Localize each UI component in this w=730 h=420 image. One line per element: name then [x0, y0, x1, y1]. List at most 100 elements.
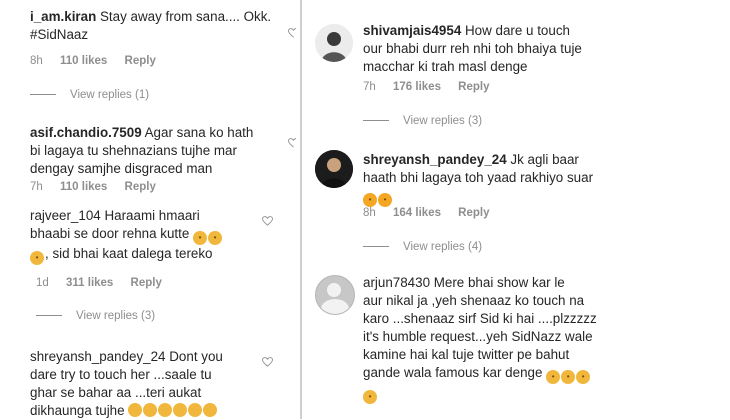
emoji-icon — [158, 403, 173, 417]
comment-time: 8h — [363, 207, 376, 219]
comment-item: shivamjais4954 How dare u touch our bhab… — [363, 22, 628, 76]
comment-username[interactable]: shivamjais4954 — [363, 23, 461, 38]
view-replies-line — [30, 94, 56, 96]
comment-item: shreyansh_pandey_24 Dont you dare try to… — [30, 348, 260, 420]
view-replies-button[interactable]: View replies (3) — [363, 115, 482, 127]
comment-body-line: macchar ki trah masl denge — [363, 59, 528, 74]
emoji-icon: • — [363, 390, 377, 404]
comment-time: 1d — [36, 277, 49, 289]
comment-text: asif.chandio.7509 Agar sana ko hath bi l… — [30, 124, 290, 178]
comment-username[interactable]: i_am.kiran — [30, 9, 96, 24]
emoji-icon: • — [193, 231, 208, 245]
comment-item: arjun78430 Mere bhai show kar le aur nik… — [363, 274, 628, 404]
comment-body-line: Jk agli baar — [510, 152, 579, 167]
comment-body-line: bhaabi se door rehna kutte — [30, 226, 190, 241]
comment-body-line: Mere bhai show kar le — [433, 275, 565, 290]
comment-item: asif.chandio.7509 Agar sana ko hath bi l… — [30, 124, 290, 178]
emoji-icon — [188, 403, 203, 417]
comment-text: i_am.kiran Stay away from sana.... Okk. … — [30, 8, 280, 44]
comment-time: 7h — [363, 81, 376, 93]
heart-icon[interactable] — [262, 216, 273, 226]
emoji-icon: • — [378, 193, 392, 207]
emoji-icon: • — [576, 370, 591, 384]
reply-button[interactable]: Reply — [125, 181, 156, 193]
comment-text: arjun78430 Mere bhai show kar le aur nik… — [363, 274, 628, 404]
comment-body-line: bi lagaya tu shehnazians tujhe mar — [30, 143, 237, 158]
view-replies-label: View replies (4) — [403, 241, 483, 253]
view-replies-label: View replies (3) — [403, 115, 483, 127]
comment-likes[interactable]: 311 likes — [66, 277, 113, 289]
comment-body-line: our bhabi durr reh nhi toh bhaiya tuje — [363, 41, 582, 56]
comment-likes[interactable]: 176 likes — [393, 81, 441, 93]
comment-body-line: #SidNaaz — [30, 27, 89, 42]
emoji-icon — [203, 403, 218, 417]
comment-time: 8h — [30, 55, 43, 67]
comment-meta: 1d 311 likes Reply — [36, 277, 162, 289]
comment-item: shreyansh_pandey_24 Jk agli baar haath b… — [363, 151, 628, 207]
comment-body-line: haath bhi lagaya toh yaad rakhiyo suar — [363, 170, 594, 185]
comment-body-line: Haraami hmaari — [104, 208, 200, 223]
comment-meta: 8h 164 likes Reply — [363, 207, 490, 219]
comment-username[interactable]: shreyansh_pandey_24 — [30, 349, 166, 364]
comment-username[interactable]: rajveer_104 — [30, 208, 101, 223]
right-comments-column: shivamjais4954 How dare u touch our bhab… — [305, 0, 730, 419]
comment-body-line: dikhaunga tujhe — [30, 403, 125, 418]
emoji-icon — [143, 403, 158, 417]
emoji-icon — [128, 403, 143, 417]
emoji-icon: • — [546, 370, 561, 384]
heart-icon[interactable] — [288, 28, 299, 38]
comment-meta: 8h 110 likes Reply — [30, 55, 156, 67]
left-comments-column: i_am.kiran Stay away from sana.... Okk. … — [0, 0, 305, 419]
comment-body-line: Stay away from sana.... Okk. — [99, 9, 272, 24]
column-divider — [300, 0, 302, 419]
view-replies-button[interactable]: View replies (1) — [30, 89, 149, 101]
comment-body-line: kamine hai kal tuje twitter pe bahut — [363, 347, 570, 362]
comment-body-line: gande wala famous kar denge — [363, 365, 543, 380]
comment-username[interactable]: asif.chandio.7509 — [30, 125, 142, 140]
comment-likes[interactable]: 110 likes — [60, 181, 107, 193]
emoji-icon — [173, 403, 188, 417]
view-replies-button[interactable]: View replies (4) — [363, 241, 482, 253]
reply-button[interactable]: Reply — [125, 55, 156, 67]
comment-body-line: Dont you — [169, 349, 223, 364]
view-replies-label: View replies (1) — [70, 89, 150, 101]
comment-text: shreyansh_pandey_24 Jk agli baar haath b… — [363, 151, 628, 207]
comment-meta: 7h 110 likes Reply — [30, 181, 156, 193]
heart-icon[interactable] — [288, 138, 299, 148]
comment-body-line: dare try to touch her ...saale tu — [30, 367, 212, 382]
reply-button[interactable]: Reply — [458, 207, 489, 219]
comment-body-line: Agar sana ko hath — [144, 125, 254, 140]
comment-body-line: dengay samjhe disgraced man — [30, 161, 213, 176]
comment-likes[interactable]: 164 likes — [393, 207, 441, 219]
comment-time: 7h — [30, 181, 43, 193]
comment-text: shivamjais4954 How dare u touch our bhab… — [363, 22, 628, 76]
comment-text: rajveer_104 Haraami hmaari bhaabi se doo… — [30, 207, 260, 265]
emoji-icon: • — [30, 251, 44, 265]
comment-meta: 7h 176 likes Reply — [363, 81, 490, 93]
comment-username[interactable]: shreyansh_pandey_24 — [363, 152, 507, 167]
comment-likes[interactable]: 110 likes — [60, 55, 107, 67]
emoji-icon: • — [363, 193, 377, 207]
comment-body-line: it's humble request...yeh SidNazz wale — [363, 329, 593, 344]
avatar[interactable] — [315, 275, 355, 315]
comment-text: shreyansh_pandey_24 Dont you dare try to… — [30, 348, 260, 420]
view-replies-label: View replies (3) — [76, 310, 156, 322]
comment-body-line: aur nikal ja ,yeh shenaaz ko touch na — [363, 293, 585, 308]
reply-button[interactable]: Reply — [458, 81, 489, 93]
comment-username[interactable]: arjun78430 — [363, 275, 430, 290]
comment-body-line: , sid bhai kaat dalega tereko — [45, 246, 213, 261]
emoji-icon: • — [561, 370, 576, 384]
reply-button[interactable]: Reply — [131, 277, 162, 289]
avatar[interactable] — [315, 24, 353, 62]
view-replies-line — [363, 246, 389, 248]
heart-icon[interactable] — [262, 357, 273, 367]
comment-body-line: ghar se bahar aa ...teri aukat — [30, 385, 202, 400]
view-replies-line — [36, 315, 62, 317]
view-replies-line — [363, 120, 389, 122]
avatar[interactable] — [315, 150, 353, 188]
comment-body-line: How dare u touch — [465, 23, 570, 38]
avatar-image — [315, 150, 353, 188]
view-replies-button[interactable]: View replies (3) — [36, 310, 155, 322]
comment-body-line: karo ...shenaaz sirf Sid ki hai ....plzz… — [363, 311, 597, 326]
avatar-image — [315, 24, 353, 62]
